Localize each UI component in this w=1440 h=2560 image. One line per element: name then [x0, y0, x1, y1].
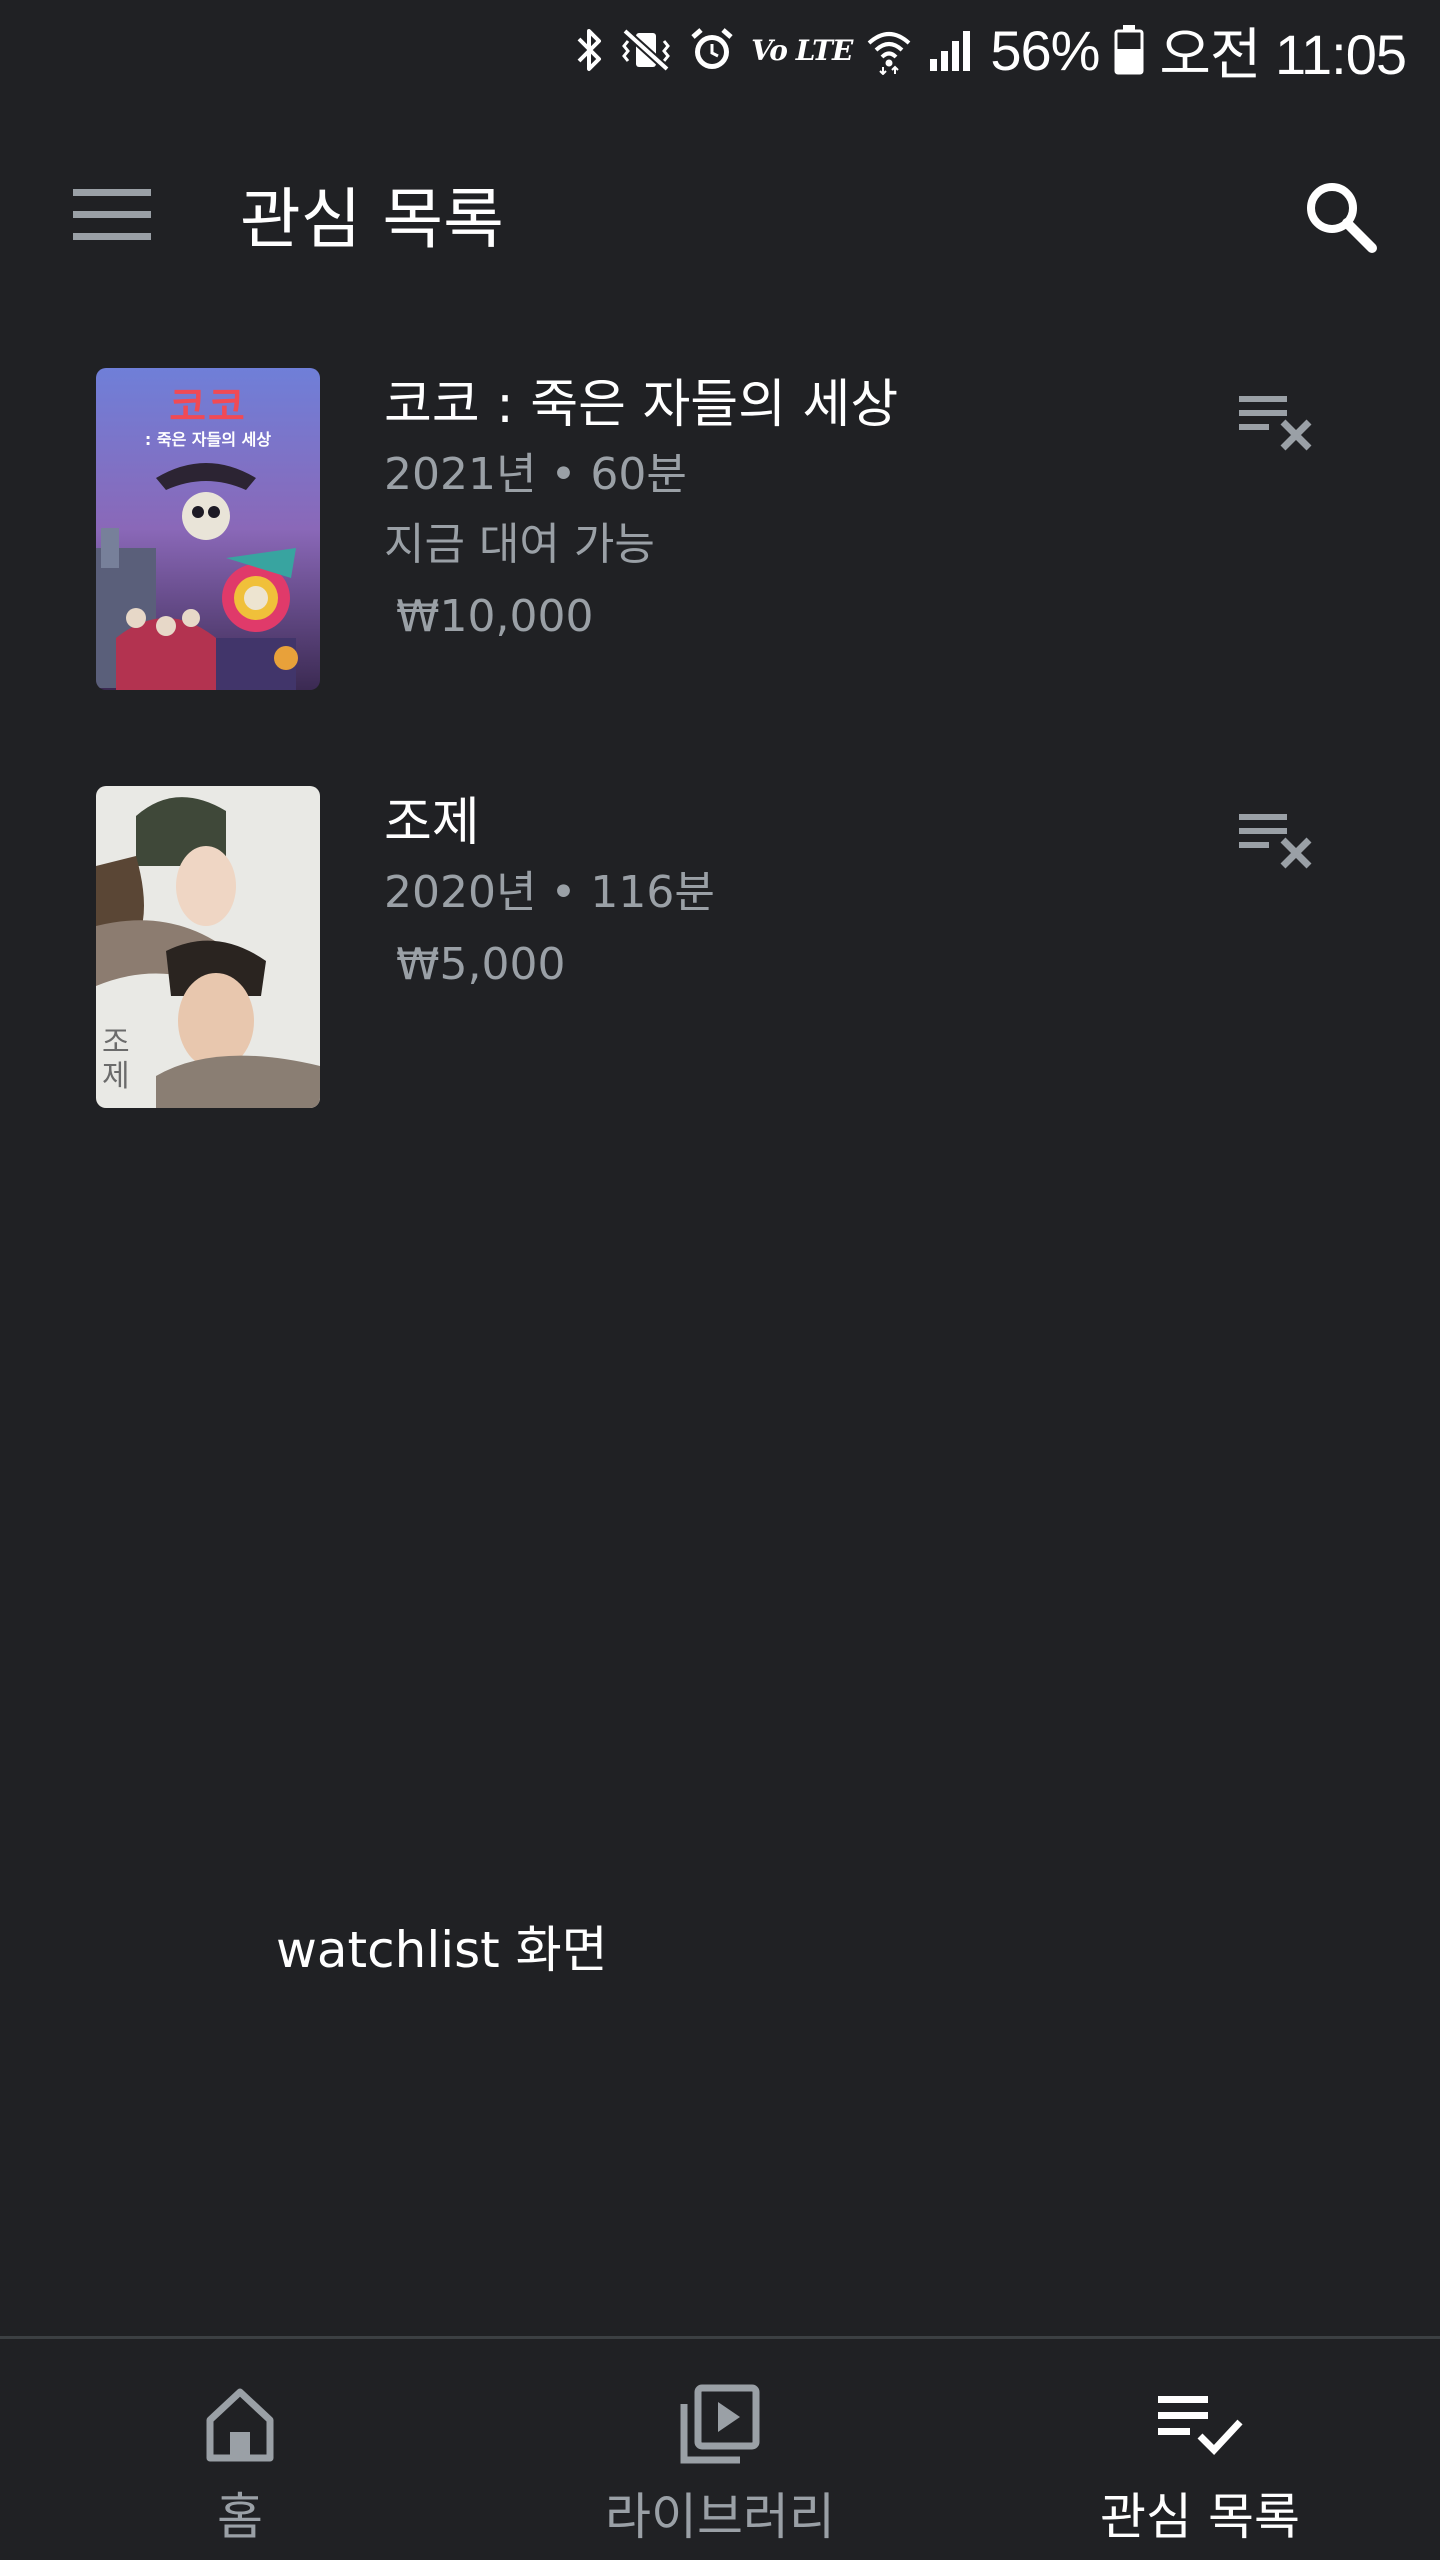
screen-caption: watchlist 화면 — [276, 1921, 608, 1979]
nav-item-library[interactable]: 라이브러리 — [480, 2339, 960, 2560]
battery-icon — [1113, 23, 1145, 77]
app-bar: 관심 목록 — [0, 130, 1440, 280]
remove-from-watchlist-button[interactable] — [1228, 382, 1328, 462]
library-icon — [680, 2384, 760, 2464]
watchlist-icon — [1158, 2396, 1243, 2456]
playlist-remove-icon — [1239, 814, 1312, 869]
watchlist-item[interactable]: 코코 : 죽은 자들의 세상 코코 : 죽은 자들의 세상 2021년 • 60… — [0, 368, 1440, 698]
alarm-icon — [687, 25, 737, 75]
poster-title-text: 코코 — [169, 384, 247, 430]
movie-poster[interactable]: 코코 : 죽은 자들의 세상 — [96, 368, 320, 690]
poster-title-text: 조제 — [102, 1025, 130, 1094]
home-icon — [206, 2388, 274, 2462]
item-title[interactable]: 조제 — [384, 788, 715, 858]
vibrate-mute-icon — [619, 25, 673, 75]
poster-subtitle-text: : 죽은 자들의 세상 — [144, 430, 272, 449]
status-icons: Vo LTE 56% 오전 11:05 — [575, 0, 1407, 100]
bottom-navigation: 홈 라이브러리 관심 목록 — [0, 2336, 1440, 2560]
app-screen: Vo LTE 56% 오전 11:05 관심 목록 코코: 죽은 자들의 세상… — [0, 0, 1440, 2560]
item-availability: 지금 대여 가능 — [384, 519, 655, 570]
page-title: 관심 목록 — [240, 181, 504, 258]
remove-from-watchlist-button[interactable] — [1228, 800, 1328, 880]
clock: 오전 11:05 — [1159, 22, 1407, 86]
search-button[interactable] — [1290, 166, 1390, 266]
item-title[interactable]: 코코 : 죽은 자들의 세상 — [384, 370, 898, 440]
nav-label-watchlist: 관심 목록 — [1100, 2488, 1300, 2546]
item-meta: 2020년 • 116분 — [384, 867, 715, 918]
search-icon — [1307, 183, 1377, 253]
signal-icon — [926, 25, 976, 75]
item-info: 조제 2020년 • 116분 ₩5,000 — [384, 786, 715, 1002]
volte-indicator: Vo LTE — [751, 33, 853, 67]
nav-item-watchlist[interactable]: 관심 목록 — [960, 2339, 1440, 2560]
nav-item-home[interactable]: 홈 — [0, 2339, 480, 2560]
item-info: 코코 : 죽은 자들의 세상 2021년 • 60분 지금 대여 가능 ₩10,… — [384, 368, 898, 654]
status-bar: Vo LTE 56% 오전 11:05 — [0, 0, 1440, 100]
item-meta: 2021년 • 60분 — [384, 449, 687, 500]
menu-button[interactable] — [62, 175, 162, 255]
movie-poster[interactable]: 조제 — [96, 786, 320, 1108]
watchlist-item[interactable]: 조제 조제 2020년 • 116분 ₩5,000 — [0, 786, 1440, 1116]
nav-label-home: 홈 — [217, 2488, 263, 2546]
bluetooth-icon — [575, 25, 605, 75]
item-price: ₩5,000 — [396, 939, 566, 990]
nav-label-library: 라이브러리 — [605, 2488, 835, 2546]
menu-icon — [73, 189, 151, 240]
battery-percent: 56% — [990, 18, 1100, 82]
playlist-remove-icon — [1239, 396, 1312, 451]
wifi-icon — [866, 25, 912, 75]
item-price: ₩10,000 — [396, 591, 594, 642]
